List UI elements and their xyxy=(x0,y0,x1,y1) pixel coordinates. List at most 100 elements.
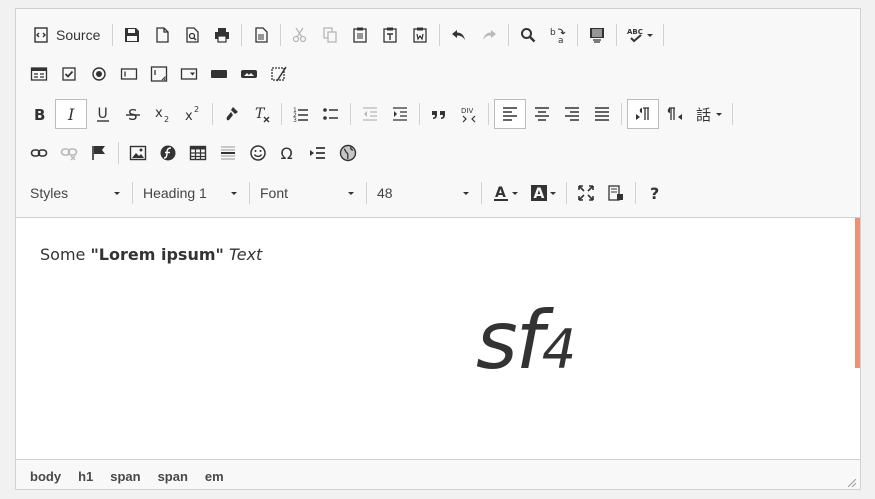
anchor-button[interactable] xyxy=(85,139,113,167)
save-icon xyxy=(125,28,140,42)
templates-button[interactable] xyxy=(247,21,275,49)
outdent-button[interactable] xyxy=(356,100,384,128)
image-button-button[interactable] xyxy=(235,60,263,88)
element-path-item[interactable]: span xyxy=(110,469,140,484)
element-path-item[interactable]: em xyxy=(205,469,224,484)
indent-icon xyxy=(393,107,407,121)
form-button[interactable] xyxy=(25,60,53,88)
content-heading[interactable]: sf4 xyxy=(476,296,576,395)
cut-button[interactable] xyxy=(286,21,314,49)
horizontal-rule-button[interactable] xyxy=(214,139,242,167)
copy-icon xyxy=(323,27,338,43)
hidden-field-button[interactable] xyxy=(265,60,293,88)
justify-button[interactable] xyxy=(588,100,616,128)
preview-button[interactable] xyxy=(178,21,206,49)
undo-button[interactable] xyxy=(445,21,473,49)
print-icon xyxy=(215,28,230,43)
bold-button[interactable]: B xyxy=(25,100,53,128)
copy-button[interactable] xyxy=(316,21,344,49)
numbered-list-button[interactable]: 123 xyxy=(287,100,315,128)
redo-button[interactable] xyxy=(475,21,503,49)
text-direction-ltr-button[interactable] xyxy=(627,99,659,129)
separator xyxy=(566,182,567,204)
smiley-button[interactable] xyxy=(244,139,272,167)
bulleted-list-icon xyxy=(323,108,338,120)
italic-button[interactable]: I xyxy=(55,99,87,129)
copy-formatting-button[interactable] xyxy=(218,100,246,128)
align-center-button[interactable] xyxy=(528,100,556,128)
save-button[interactable] xyxy=(118,21,146,49)
element-path: body h1 span span em xyxy=(30,469,241,484)
underline-button[interactable]: U xyxy=(89,100,117,128)
find-button[interactable] xyxy=(514,21,542,49)
spellcheck-button[interactable]: ABC xyxy=(622,21,658,49)
separator xyxy=(241,24,243,46)
paste-button[interactable] xyxy=(346,21,374,49)
maximize-button[interactable] xyxy=(572,179,600,207)
remove-format-button[interactable]: T xyxy=(248,100,276,128)
element-path-item[interactable]: h1 xyxy=(78,469,93,484)
show-blocks-button[interactable] xyxy=(602,179,630,207)
select-field-button[interactable] xyxy=(175,60,203,88)
radio-button[interactable] xyxy=(85,60,113,88)
superscript-icon: x2 xyxy=(185,105,199,123)
format-combo[interactable]: Heading 1 xyxy=(137,179,245,207)
textarea-button[interactable] xyxy=(145,60,173,88)
align-right-icon xyxy=(565,107,579,121)
text-field-button[interactable] xyxy=(115,60,143,88)
separator xyxy=(488,103,489,125)
font-size-combo[interactable]: 48 xyxy=(371,179,477,207)
checkbox-button[interactable] xyxy=(55,60,83,88)
page-break-button[interactable] xyxy=(304,139,332,167)
paste-text-button[interactable] xyxy=(376,21,404,49)
replace-button[interactable]: ba xyxy=(544,21,572,49)
separator xyxy=(635,182,636,204)
table-button[interactable] xyxy=(184,139,212,167)
align-left-button[interactable] xyxy=(494,99,526,129)
svg-text:U: U xyxy=(98,106,108,122)
toolbar-row-2 xyxy=(24,58,294,90)
unlink-button[interactable] xyxy=(55,139,83,167)
iframe-button[interactable] xyxy=(334,139,362,167)
select-all-button[interactable] xyxy=(583,21,611,49)
link-button[interactable] xyxy=(25,139,53,167)
smiley-icon xyxy=(250,145,266,161)
text-color-button[interactable]: A xyxy=(487,179,523,207)
font-combo[interactable]: Font xyxy=(254,179,362,207)
button-field-button[interactable] xyxy=(205,60,233,88)
source-button[interactable]: Source xyxy=(25,21,107,49)
create-div-button[interactable]: DIV xyxy=(455,100,483,128)
superscript-button[interactable]: x2 xyxy=(179,100,207,128)
subscript-button[interactable]: x2 xyxy=(149,100,177,128)
svg-text:A: A xyxy=(534,186,545,202)
content-paragraph[interactable]: Some "Lorem ipsum" Text xyxy=(40,245,262,264)
scrollbar-thumb[interactable] xyxy=(855,218,860,368)
source-icon xyxy=(34,27,48,43)
new-page-button[interactable] xyxy=(148,21,176,49)
about-button[interactable]: ? xyxy=(641,179,669,207)
language-button[interactable]: 話 xyxy=(691,100,727,128)
format-combo-label: Heading 1 xyxy=(143,185,207,201)
print-button[interactable] xyxy=(208,21,236,49)
resize-handle-icon[interactable] xyxy=(848,479,856,487)
element-path-item[interactable]: body xyxy=(30,469,61,484)
editor-content[interactable]: Some "Lorem ipsum" Text sf4 xyxy=(16,218,860,459)
chevron-down-icon xyxy=(647,33,654,37)
element-path-item[interactable]: span xyxy=(158,469,188,484)
hidden-field-icon xyxy=(271,66,287,82)
paragraph-text-bold: "Lorem ipsum" xyxy=(90,245,224,264)
indent-button[interactable] xyxy=(386,100,414,128)
toolbar-row-3: B I U S x2 x2 T xyxy=(24,98,737,130)
text-direction-rtl-button[interactable] xyxy=(661,100,689,128)
blockquote-button[interactable] xyxy=(425,100,453,128)
image-button[interactable] xyxy=(124,139,152,167)
horizontal-rule-icon xyxy=(221,146,235,160)
styles-combo[interactable]: Styles xyxy=(24,179,128,207)
background-color-button[interactable]: A xyxy=(525,179,561,207)
align-right-button[interactable] xyxy=(558,100,586,128)
paste-from-word-button[interactable] xyxy=(406,21,434,49)
flash-button[interactable] xyxy=(154,139,182,167)
strikethrough-button[interactable]: S xyxy=(119,100,147,128)
bulleted-list-button[interactable] xyxy=(317,100,345,128)
special-char-button[interactable]: Ω xyxy=(274,139,302,167)
